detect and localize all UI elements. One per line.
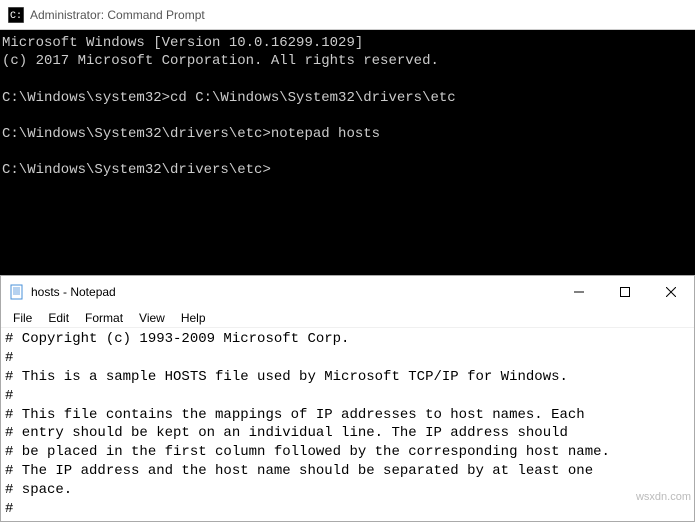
notepad-menubar: File Edit Format View Help [1, 308, 694, 328]
text-line: # [5, 388, 13, 404]
command-prompt-icon: C: [8, 7, 24, 23]
text-line: # [5, 501, 13, 517]
notepad-window: hosts - Notepad File Edit Format View He… [0, 275, 695, 522]
minimize-button[interactable] [556, 276, 602, 308]
menu-file[interactable]: File [5, 309, 40, 327]
text-line: # Copyright (c) 1993-2009 Microsoft Corp… [5, 331, 349, 347]
text-line: # The IP address and the host name shoul… [5, 463, 593, 479]
menu-view[interactable]: View [131, 309, 173, 327]
notepad-icon [9, 284, 25, 300]
text-line: # [5, 350, 13, 366]
close-button[interactable] [648, 276, 694, 308]
menu-help[interactable]: Help [173, 309, 214, 327]
menu-format[interactable]: Format [77, 309, 131, 327]
text-line: # This file contains the mappings of IP … [5, 407, 585, 423]
maximize-button[interactable] [602, 276, 648, 308]
command-prompt-title: Administrator: Command Prompt [30, 8, 205, 22]
notepad-content[interactable]: # Copyright (c) 1993-2009 Microsoft Corp… [1, 328, 694, 521]
command-prompt-titlebar[interactable]: C: Administrator: Command Prompt [0, 0, 695, 30]
text-line: # This is a sample HOSTS file used by Mi… [5, 369, 568, 385]
cmd-line: (c) 2017 Microsoft Corporation. All righ… [2, 53, 439, 69]
text-line: # space. [5, 482, 72, 498]
cmd-line: C:\Windows\system32>cd C:\Windows\System… [2, 90, 456, 106]
notepad-title-area: hosts - Notepad [9, 284, 116, 300]
watermark: wsxdn.com [636, 491, 691, 503]
cmd-line: C:\Windows\System32\drivers\etc>notepad … [2, 126, 380, 142]
text-line: # be placed in the first column followed… [5, 444, 610, 460]
window-controls [556, 276, 694, 308]
text-line: # entry should be kept on an individual … [5, 425, 568, 441]
cmd-line: C:\Windows\System32\drivers\etc> [2, 162, 271, 178]
menu-edit[interactable]: Edit [40, 309, 77, 327]
command-prompt-window: C: Administrator: Command Prompt Microso… [0, 0, 695, 184]
command-prompt-content[interactable]: Microsoft Windows [Version 10.0.16299.10… [0, 30, 695, 184]
notepad-title: hosts - Notepad [31, 285, 116, 299]
notepad-titlebar[interactable]: hosts - Notepad [1, 276, 694, 308]
svg-text:C:: C: [10, 11, 22, 22]
cmd-line: Microsoft Windows [Version 10.0.16299.10… [2, 35, 363, 51]
